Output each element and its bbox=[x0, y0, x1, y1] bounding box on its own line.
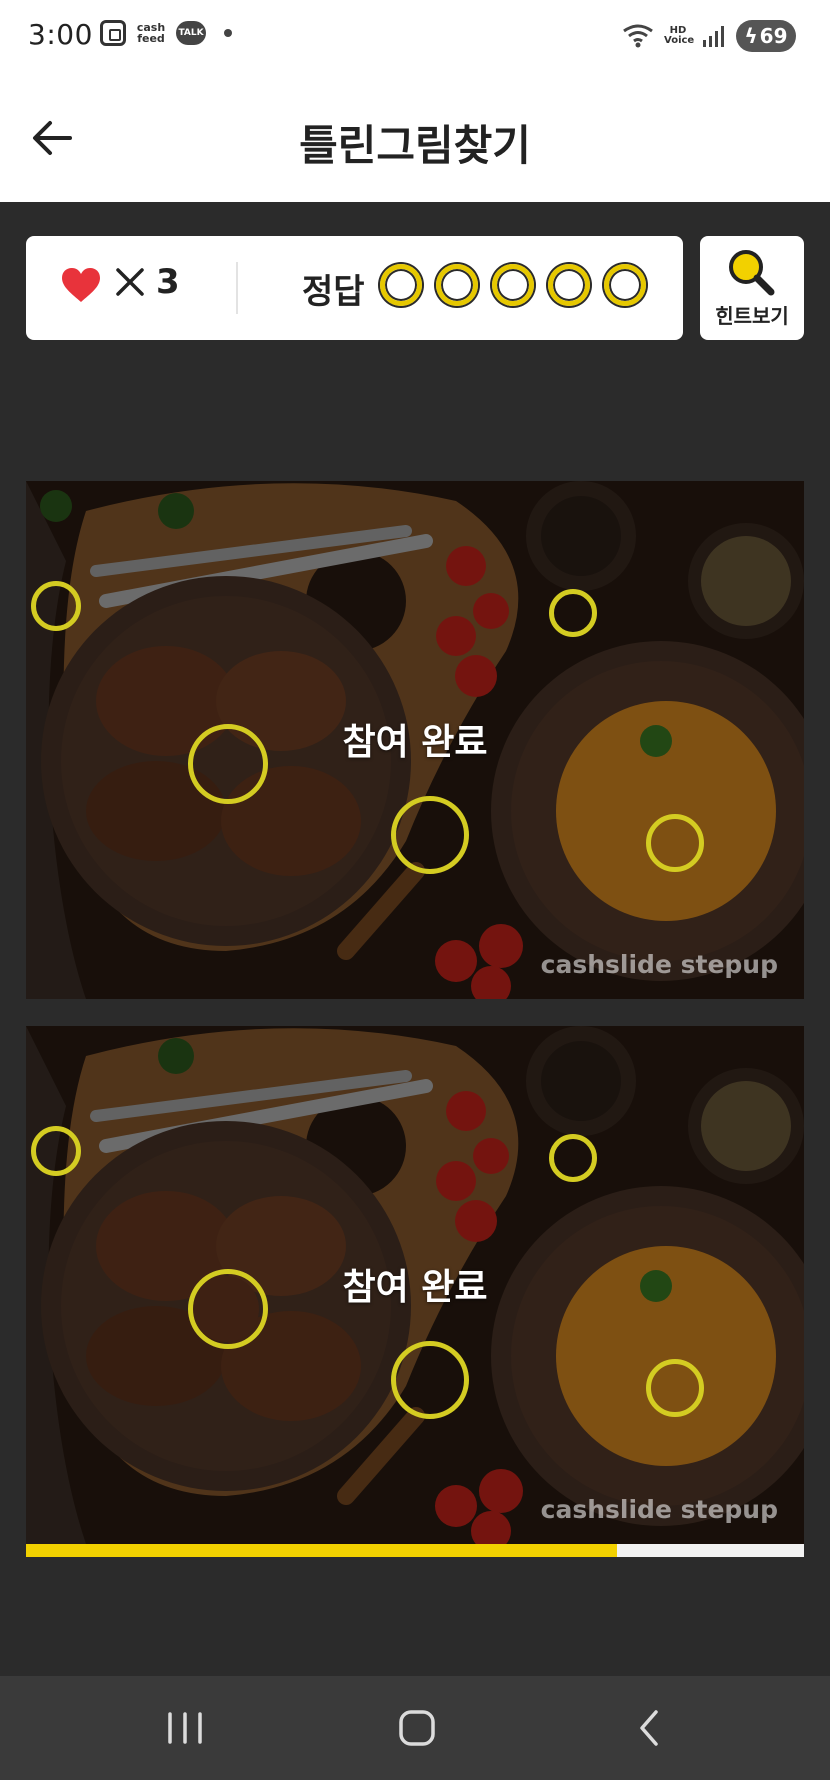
status-bar: 3:00 cash feed TALK HD Voice ϟ 69 bbox=[0, 0, 830, 72]
talk-icon: TALK bbox=[176, 21, 206, 45]
lives-count: 3 bbox=[156, 262, 180, 302]
signal-icon bbox=[703, 26, 724, 47]
completion-overlay: 참여 완료 bbox=[342, 722, 488, 763]
answer-slot bbox=[380, 264, 422, 306]
status-time: 3:00 bbox=[28, 18, 93, 51]
original-image[interactable]: 참여 완료 cashslide stepup bbox=[26, 481, 804, 999]
battery-icon: ϟ 69 bbox=[736, 20, 796, 52]
magnifier-icon bbox=[729, 250, 775, 296]
home-icon[interactable] bbox=[392, 1706, 442, 1750]
found-difference-marker bbox=[549, 589, 597, 637]
charging-icon: ϟ bbox=[744, 24, 758, 48]
recent-apps-icon[interactable] bbox=[160, 1706, 210, 1750]
page-title: 틀린그림찾기 bbox=[299, 121, 531, 170]
battery-level: 69 bbox=[759, 24, 788, 48]
answer-slot bbox=[548, 264, 590, 306]
answer-slots bbox=[380, 264, 646, 306]
found-difference-marker bbox=[646, 1359, 704, 1417]
system-nav-bar bbox=[0, 1676, 830, 1780]
found-difference-marker bbox=[549, 1134, 597, 1182]
status-left-icons: cash feed TALK bbox=[100, 20, 232, 46]
hint-button[interactable]: 힌트보기 bbox=[700, 236, 804, 340]
hd-voice-icon: HD Voice bbox=[664, 25, 695, 46]
heart-icon bbox=[62, 268, 100, 302]
time-progress-fill bbox=[26, 1544, 618, 1557]
found-difference-marker bbox=[391, 796, 469, 874]
score-panel: 3 정답 bbox=[26, 236, 683, 340]
found-difference-marker bbox=[31, 581, 81, 631]
found-difference-marker bbox=[31, 1126, 81, 1176]
divider bbox=[236, 262, 238, 314]
status-right-icons: HD Voice ϟ 69 bbox=[622, 20, 796, 52]
found-difference-marker bbox=[646, 814, 704, 872]
answer-slot bbox=[492, 264, 534, 306]
found-difference-marker bbox=[391, 1341, 469, 1419]
app-header: 틀린그림찾기 bbox=[0, 72, 830, 202]
watermark: cashslide stepup bbox=[540, 950, 778, 979]
watermark: cashslide stepup bbox=[540, 1495, 778, 1524]
multiply-icon bbox=[116, 268, 144, 296]
answer-label: 정답 bbox=[302, 272, 365, 312]
notification-dot-icon bbox=[224, 29, 232, 37]
completion-overlay: 참여 완료 bbox=[342, 1267, 488, 1308]
modified-image[interactable]: 참여 완료 cashslide stepup bbox=[26, 1026, 804, 1544]
answer-slot bbox=[604, 264, 646, 306]
cashfeed-icon: cash feed bbox=[136, 21, 166, 45]
time-progress-bar bbox=[26, 1544, 804, 1557]
answer-slot bbox=[436, 264, 478, 306]
hint-label: 힌트보기 bbox=[715, 304, 789, 328]
wifi-icon bbox=[623, 24, 653, 48]
chevron-left-icon[interactable] bbox=[624, 1706, 674, 1750]
screenshot-icon bbox=[100, 20, 126, 46]
